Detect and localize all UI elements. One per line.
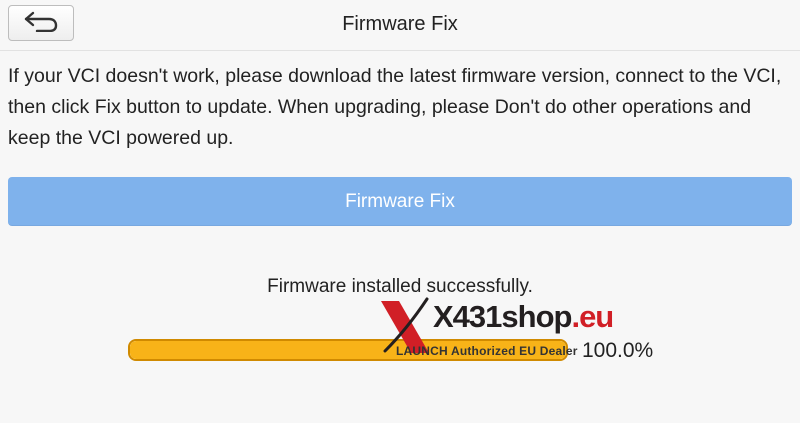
status-message: Firmware installed successfully. <box>267 276 533 297</box>
watermark-brand-tld: .eu <box>571 299 614 334</box>
top-bar: Firmware Fix <box>0 0 800 51</box>
watermark-brand: X431shop.eu <box>433 299 614 335</box>
watermark-brand-main: X431shop <box>433 299 572 334</box>
page-title: Firmware Fix <box>342 13 458 35</box>
progress-bar <box>128 339 568 361</box>
instruction-text: If your VCI doesn't work, please downloa… <box>8 65 782 149</box>
firmware-fix-screen: Firmware Fix If your VCI doesn't work, p… <box>0 0 800 423</box>
progress-fill <box>130 341 566 359</box>
progress-percent: 100.0% <box>582 339 654 362</box>
firmware-fix-button[interactable]: Firmware Fix <box>8 177 792 226</box>
